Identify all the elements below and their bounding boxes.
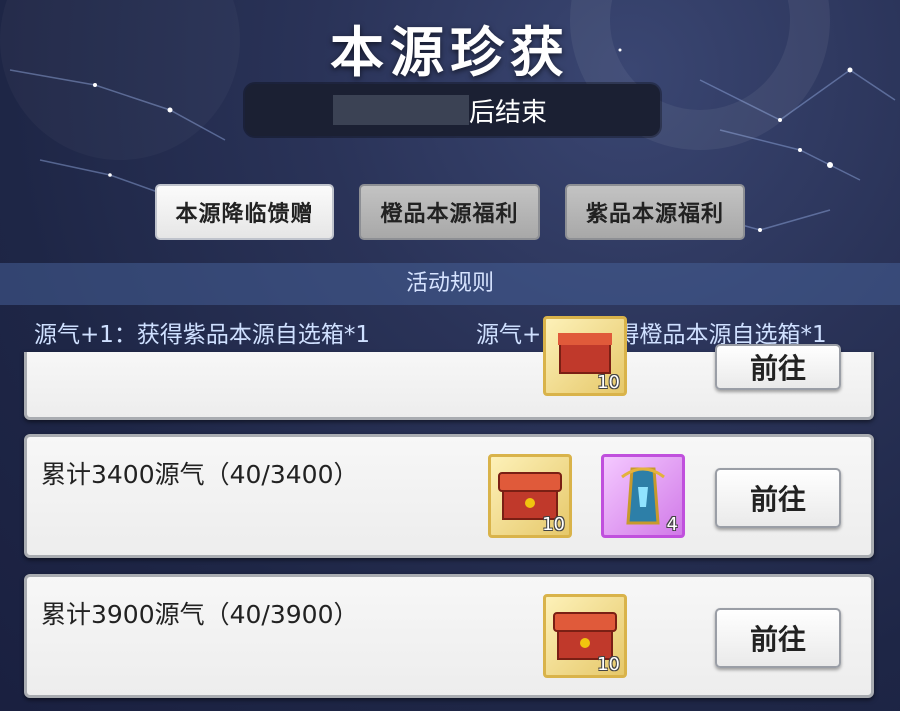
treasure-chest-icon[interactable]: 10 xyxy=(543,594,627,678)
task-row: 10 前往 xyxy=(24,316,874,420)
activity-rules-header[interactable]: 活动规则 xyxy=(0,263,900,305)
scroll-banner-icon[interactable]: 4 xyxy=(601,454,685,538)
countdown-suffix: 后结束 xyxy=(469,98,548,128)
page-title: 本源珍获 xyxy=(330,20,570,84)
task-progress-label: 累计3400源气（40/3400） xyxy=(41,460,359,489)
redacted-time-block xyxy=(333,95,469,125)
go-button[interactable]: 前往 xyxy=(715,608,841,668)
tab-purple-origin-welfare[interactable]: 紫品本源福利 xyxy=(565,184,745,240)
go-button[interactable]: 前往 xyxy=(715,468,841,528)
treasure-chest-icon[interactable]: 10 xyxy=(543,316,627,396)
tab-orange-origin-welfare[interactable]: 橙品本源福利 xyxy=(359,184,540,240)
go-button[interactable]: 前往 xyxy=(715,344,841,390)
rule-line-purple: 源气+1：获得紫品本源自选箱*1 xyxy=(34,322,371,348)
countdown-timer: 后结束 xyxy=(245,84,660,136)
task-progress-label: 累计3900源气（40/3900） xyxy=(41,600,359,629)
treasure-chest-icon[interactable]: 10 xyxy=(488,454,572,538)
task-row: 累计3900源气（40/3900） 10 前往 xyxy=(24,574,874,698)
task-row: 累计3400源气（40/3400） 10 4 前往 xyxy=(24,434,874,558)
tab-origin-descend-gift[interactable]: 本源降临馈赠 xyxy=(155,184,334,240)
